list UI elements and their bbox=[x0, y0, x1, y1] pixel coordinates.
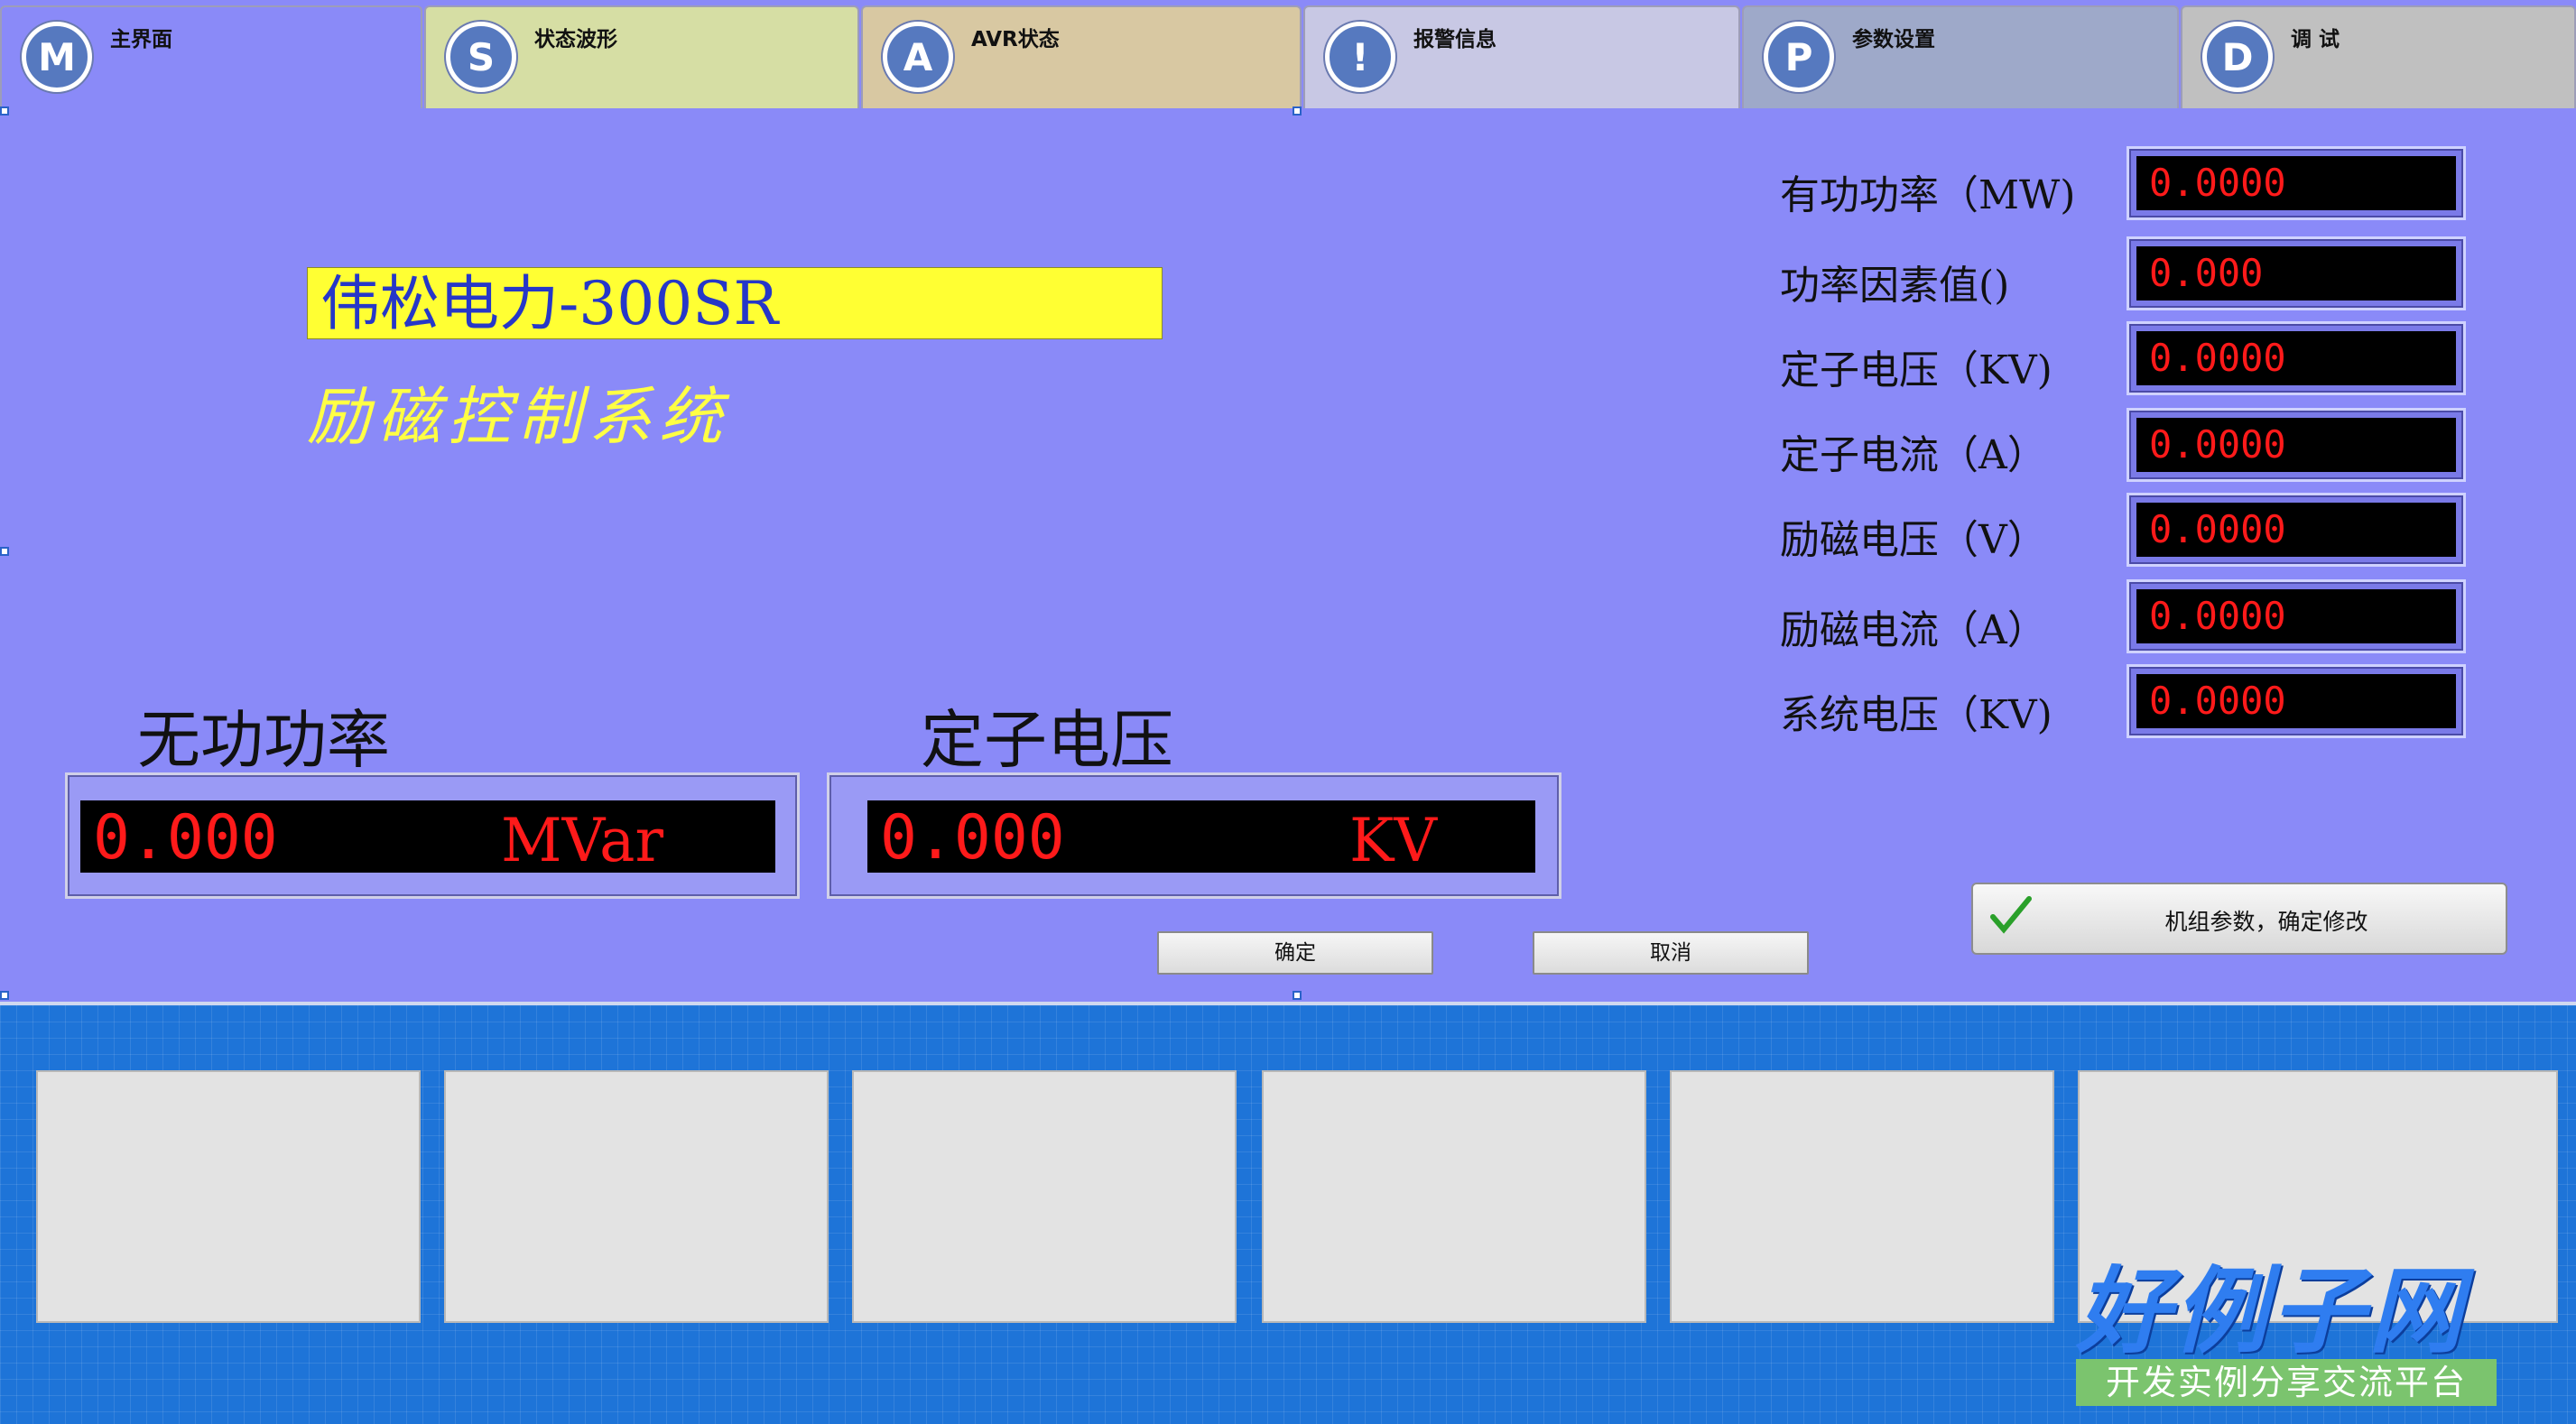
param-value-stator-voltage: 0.0000 bbox=[2136, 331, 2456, 385]
param-label-excitation-current: 励磁电流（A） bbox=[1780, 607, 2047, 653]
watermark-tagline: 开发实例分享交流平台 bbox=[2076, 1359, 2497, 1406]
reactive-power-display: 0.000 MVar bbox=[65, 772, 800, 899]
panel-slot bbox=[444, 1070, 829, 1323]
param-readout-excitation-voltage: 0.0000 bbox=[2127, 493, 2466, 567]
tab-param-settings-label: 参数设置 bbox=[1852, 28, 1935, 51]
panel-slot bbox=[36, 1070, 421, 1323]
param-readout-stator-voltage: 0.0000 bbox=[2127, 321, 2466, 395]
watermark-logo: 好例子网 bbox=[2076, 1255, 2467, 1366]
stator-voltage-title: 定子电压 bbox=[921, 703, 1173, 777]
alert-icon: ! bbox=[1325, 22, 1395, 92]
m-letter-icon: M bbox=[22, 22, 92, 92]
stator-voltage-display: 0.000 KV bbox=[827, 772, 1561, 899]
param-readout-excitation-current: 0.0000 bbox=[2127, 579, 2466, 653]
reactive-power-screen: 0.000 MVar bbox=[80, 800, 775, 875]
s-letter-icon: S bbox=[446, 22, 516, 92]
tab-param-settings[interactable]: P 参数设置 bbox=[1742, 5, 2179, 108]
a-letter-icon: A bbox=[883, 22, 953, 92]
tab-main[interactable]: M 主界面 bbox=[0, 5, 422, 108]
main-panel: 伟松电力-300SR 励磁控制系统 有功功率（MW) 0.0000 功率因素值(… bbox=[0, 112, 2576, 1002]
param-readout-power-factor: 0.000 bbox=[2127, 236, 2466, 310]
panel-slot bbox=[852, 1070, 1237, 1323]
param-label-active-power: 有功功率（MW) bbox=[1780, 172, 2076, 218]
param-value-active-power: 0.0000 bbox=[2136, 156, 2456, 210]
param-value-excitation-voltage: 0.0000 bbox=[2136, 503, 2456, 557]
panel-slot bbox=[1262, 1070, 1646, 1323]
param-label-stator-current: 定子电流（A） bbox=[1780, 432, 2047, 478]
tab-main-label: 主界面 bbox=[110, 28, 172, 51]
stator-voltage-value: 0.000 bbox=[880, 802, 1065, 874]
p-letter-icon: P bbox=[1764, 22, 1834, 92]
confirm-params-button[interactable]: 机组参数，确定修改 bbox=[1971, 883, 2507, 955]
cancel-button[interactable]: 取消 bbox=[1533, 931, 1809, 975]
param-readout-stator-current: 0.0000 bbox=[2127, 408, 2466, 482]
brand-title: 伟松电力-300SR bbox=[307, 267, 1163, 339]
d-letter-icon: D bbox=[2202, 22, 2273, 92]
stator-voltage-screen: 0.000 KV bbox=[867, 800, 1535, 875]
tab-alarm-info-label: 报警信息 bbox=[1413, 28, 1496, 51]
tab-status-waveform-label: 状态波形 bbox=[534, 28, 617, 51]
param-readout-system-voltage: 0.0000 bbox=[2127, 664, 2466, 738]
tab-avr-status-label: AVR状态 bbox=[971, 28, 1060, 51]
reactive-power-value: 0.000 bbox=[93, 802, 278, 874]
stator-voltage-unit: KV bbox=[1349, 806, 1437, 875]
param-value-excitation-current: 0.0000 bbox=[2136, 589, 2456, 643]
reactive-power-unit: MVar bbox=[501, 806, 664, 875]
panel-slot bbox=[1670, 1070, 2054, 1323]
tab-debug-label: 调 试 bbox=[2291, 28, 2340, 51]
param-label-power-factor: 功率因素值() bbox=[1780, 263, 2010, 309]
ok-button[interactable]: 确定 bbox=[1157, 931, 1433, 975]
tab-status-waveform[interactable]: S 状态波形 bbox=[424, 5, 859, 108]
tab-debug[interactable]: D 调 试 bbox=[2181, 5, 2576, 108]
tab-avr-status[interactable]: A AVR状态 bbox=[861, 5, 1302, 108]
param-label-excitation-voltage: 励磁电压（V） bbox=[1780, 517, 2047, 563]
reactive-power-title: 无功功率 bbox=[137, 703, 390, 777]
param-value-system-voltage: 0.0000 bbox=[2136, 674, 2456, 728]
param-value-power-factor: 0.000 bbox=[2136, 246, 2456, 301]
confirm-params-label: 机组参数，确定修改 bbox=[2164, 909, 2368, 935]
param-value-stator-current: 0.0000 bbox=[2136, 418, 2456, 472]
param-label-system-voltage: 系统电压（KV) bbox=[1780, 692, 2052, 738]
brand-subtitle: 励磁控制系统 bbox=[307, 380, 729, 454]
param-readout-active-power: 0.0000 bbox=[2127, 146, 2466, 220]
param-label-stator-voltage: 定子电压（KV) bbox=[1780, 347, 2052, 393]
tab-bar: M 主界面 S 状态波形 A AVR状态 ! 报警信息 P 参数设置 D 调 试 bbox=[0, 0, 2576, 112]
tab-alarm-info[interactable]: ! 报警信息 bbox=[1303, 5, 1740, 108]
